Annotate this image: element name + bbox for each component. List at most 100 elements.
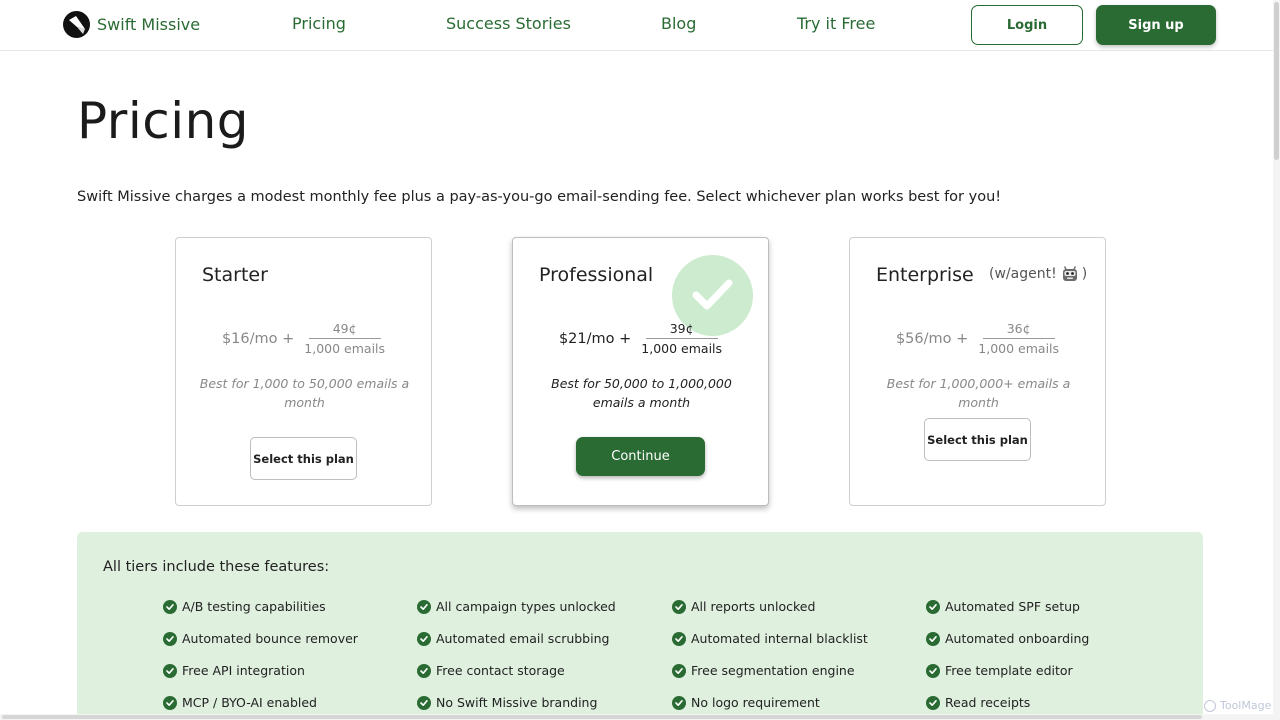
plan-rate-value: 39¢ [645,321,718,339]
plan-rate: 36¢ 1,000 emails [978,321,1059,356]
nav-link-try-free[interactable]: Try it Free [797,14,875,33]
feature-label: MCP / BYO-AI enabled [182,695,317,710]
check-circle-icon [163,599,177,614]
horizontal-scrollbar-thumb[interactable] [2,715,1202,719]
feature-item: Free segmentation engine [672,663,855,678]
check-circle-icon [417,631,431,646]
feature-item: Free template editor [926,663,1073,678]
features-panel: All tiers include these features: A/B te… [77,532,1203,720]
plan-agent-note: (w/agent! ) [989,265,1087,283]
check-circle-icon [926,663,940,678]
check-circle-icon [926,631,940,646]
feature-label: Free template editor [945,663,1073,678]
plan-base-price: $16/mo + [221,330,295,347]
plan-base-price: $56/mo + [895,330,969,347]
vertical-scrollbar[interactable] [1273,0,1280,720]
check-circle-icon [163,663,177,678]
select-plan-enterprise-button[interactable]: Select this plan [924,418,1031,461]
check-circle-icon [417,599,431,614]
select-plan-starter-button[interactable]: Select this plan [250,437,357,480]
feature-label: Automated email scrubbing [436,631,610,646]
plan-name: Enterprise [876,264,974,286]
plan-rate-unit: 1,000 emails [304,341,386,356]
plan-rate: 39¢ 1,000 emails [641,321,722,356]
plan-rate-unit: 1,000 emails [978,341,1060,356]
horizontal-scrollbar[interactable] [0,714,1273,720]
feature-label: Read receipts [945,695,1031,710]
plan-card-enterprise: Enterprise (w/agent! ) $56/mo + 36¢ 1,00… [849,237,1106,506]
plan-best-for: Best for 1,000,000+ emails a month [886,376,1071,410]
feature-label: Free contact storage [436,663,565,678]
feature-item: All campaign types unlocked [417,599,616,614]
plan-agent-note-open: (w/agent! [989,266,1057,282]
check-circle-icon [672,599,686,614]
feature-item: Read receipts [926,695,1030,710]
features-title: All tiers include these features: [103,559,330,575]
feature-item: Automated email scrubbing [417,631,609,646]
feature-label: Automated bounce remover [182,631,358,646]
check-circle-icon [417,695,431,710]
top-nav: Swift Missive Pricing Success Stories Bl… [0,0,1280,51]
plan-rate-value: 36¢ [982,321,1055,339]
plan-price: $56/mo + 36¢ 1,000 emails [850,321,1105,356]
feature-item: Free API integration [163,663,305,678]
robot-face-icon [1061,265,1079,283]
feature-label: Automated SPF setup [945,599,1080,614]
feature-label: Free API integration [182,663,305,678]
feature-label: No Swift Missive branding [436,695,598,710]
watermark-text: ToolMage [1220,699,1272,712]
plan-price: $16/mo + 49¢ 1,000 emails [176,321,431,356]
feature-item: Automated bounce remover [163,631,358,646]
feature-item: Free contact storage [417,663,565,678]
feature-label: All reports unlocked [691,599,816,614]
check-circle-icon [163,695,177,710]
check-circle-icon [163,631,177,646]
plan-base-price: $21/mo + [558,330,632,347]
brand-name: Swift Missive [97,15,201,34]
feature-label: Automated internal blacklist [691,631,868,646]
check-circle-icon [672,631,686,646]
plan-name: Starter [202,264,268,286]
feature-label: No logo requirement [691,695,820,710]
plan-rate-unit: 1,000 emails [641,341,723,356]
watermark-icon [1204,699,1216,712]
feature-item: No logo requirement [672,695,820,710]
continue-button[interactable]: Continue [576,437,705,476]
plan-best-for: Best for 1,000 to 50,000 emails a month [199,376,410,410]
plan-rate-value: 49¢ [308,321,381,339]
brand-logo[interactable]: Swift Missive [63,11,200,38]
feature-label: A/B testing capabilities [182,599,326,614]
plan-rate: 49¢ 1,000 emails [304,321,385,356]
brand-logo-icon [63,11,90,38]
plan-agent-note-close: ) [1081,266,1088,282]
feature-item: Automated onboarding [926,631,1089,646]
vertical-scrollbar-thumb[interactable] [1274,2,1279,160]
feature-item: MCP / BYO-AI enabled [163,695,317,710]
login-button[interactable]: Login [971,5,1083,45]
plan-name: Professional [539,264,654,286]
nav-link-success-stories[interactable]: Success Stories [446,14,571,33]
plan-card-starter: Starter $16/mo + 49¢ 1,000 emails Best f… [175,237,432,506]
feature-item: Automated internal blacklist [672,631,868,646]
check-circle-icon [672,663,686,678]
signup-button[interactable]: Sign up [1096,5,1216,45]
plan-card-professional: Professional $21/mo + 39¢ 1,000 emails B… [512,237,769,506]
page-title: Pricing [77,92,250,150]
feature-item: A/B testing capabilities [163,599,326,614]
page-description: Swift Missive charges a modest monthly f… [77,189,1002,205]
feature-label: Automated onboarding [945,631,1090,646]
check-circle-icon [417,663,431,678]
check-circle-icon [672,695,686,710]
feature-item: All reports unlocked [672,599,815,614]
feature-item: No Swift Missive branding [417,695,597,710]
watermark: ToolMage [1204,699,1271,712]
feature-label: All campaign types unlocked [436,599,616,614]
nav-link-blog[interactable]: Blog [661,14,696,33]
check-circle-icon [926,599,940,614]
check-circle-icon [926,695,940,710]
feature-item: Automated SPF setup [926,599,1080,614]
plan-best-for: Best for 50,000 to 1,000,000 emails a mo… [551,376,732,410]
nav-link-pricing[interactable]: Pricing [292,14,346,33]
plan-price: $21/mo + 39¢ 1,000 emails [513,321,768,356]
feature-label: Free segmentation engine [691,663,855,678]
